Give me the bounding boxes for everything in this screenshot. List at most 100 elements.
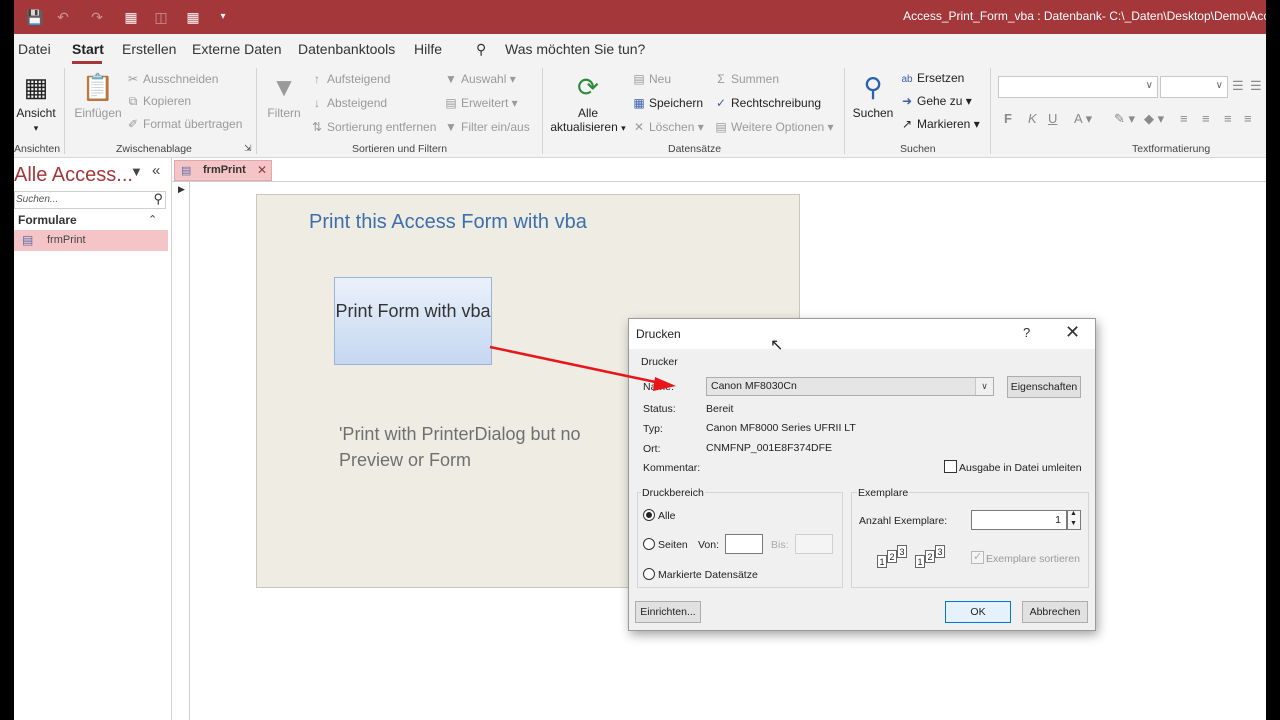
type-label: Typ:: [643, 423, 663, 435]
chevron-down-icon[interactable]: ∨: [975, 378, 993, 395]
spin-up-icon[interactable]: ▲: [1070, 510, 1077, 517]
cut-button[interactable]: ✂ Ausschneiden: [126, 72, 218, 86]
range-pages-radio[interactable]: [643, 538, 655, 550]
format-painter-button[interactable]: ✐ Format übertragen: [126, 117, 242, 131]
nav-pane-title[interactable]: Alle Access...: [14, 164, 133, 187]
close-tab-icon[interactable]: ✕: [257, 163, 267, 177]
fill-color-icon[interactable]: ◆ ▾: [1144, 111, 1164, 127]
goto-label: Gehe zu: [917, 94, 963, 108]
select-button[interactable]: ↗ Markieren ▾: [900, 117, 980, 131]
align-center-icon[interactable]: ≡: [1202, 111, 1210, 126]
font-size-select[interactable]: ∨: [1160, 76, 1228, 98]
tab-datei[interactable]: Datei: [18, 41, 51, 57]
highlight-icon[interactable]: ✎ ▾: [1114, 111, 1135, 127]
print-form-button[interactable]: Print Form with vba: [334, 277, 492, 365]
view-button[interactable]: ▦ Ansicht ▾: [16, 72, 56, 134]
new-record-button[interactable]: ▤ Neu: [632, 72, 671, 86]
align-left-icon[interactable]: ≡: [1180, 111, 1188, 126]
cancel-button[interactable]: Abbrechen: [1022, 601, 1088, 623]
dialog-launcher-icon[interactable]: ⇲: [244, 143, 252, 154]
goto-button[interactable]: ➜ Gehe zu ▾: [900, 94, 972, 108]
delete-record-button[interactable]: ✕ Löschen ▾: [632, 120, 704, 134]
form-view-icon[interactable]: ◫: [152, 8, 170, 26]
nav-group-forms[interactable]: Formulare: [18, 213, 77, 227]
font-color-icon[interactable]: A ▾: [1074, 111, 1092, 127]
print-to-file-checkbox[interactable]: [944, 460, 957, 473]
collapse-group-icon[interactable]: ⌃: [148, 213, 157, 226]
sort-ascending-label: Aufsteigend: [327, 72, 391, 86]
totals-button[interactable]: Σ Summen: [714, 72, 779, 86]
more-options-button[interactable]: ▤ Weitere Optionen ▾: [714, 120, 833, 134]
copies-count-value: 1: [1055, 514, 1061, 526]
toggle-filter-label: Filter ein/aus: [461, 120, 530, 134]
more-options-icon: ▤: [715, 120, 727, 134]
save-record-label: Speichern: [649, 96, 704, 110]
nav-menu-icon[interactable]: ▼︎: [130, 164, 143, 179]
sort-ascending-icon: ↑: [314, 72, 320, 86]
spin-down-icon[interactable]: ▼: [1070, 520, 1077, 527]
collate-checkbox[interactable]: ✓: [971, 551, 984, 564]
range-all-radio[interactable]: [643, 509, 655, 521]
more-options-label: Weitere Optionen: [731, 120, 825, 134]
help-button[interactable]: ?: [1023, 325, 1030, 340]
setup-button[interactable]: Einrichten...: [635, 601, 701, 623]
record-selector[interactable]: ▶: [172, 182, 190, 720]
copy-button[interactable]: ⧉ Kopieren: [126, 94, 191, 109]
ok-button[interactable]: OK: [945, 601, 1011, 623]
undo-icon[interactable]: ↶: [54, 8, 72, 26]
tab-datenbanktools[interactable]: Datenbanktools: [298, 41, 395, 57]
range-selection-radio[interactable]: [643, 568, 655, 580]
sort-ascending-button[interactable]: ↑ Aufsteigend: [310, 72, 390, 86]
tell-me-input[interactable]: Was möchten Sie tun?: [505, 41, 645, 57]
save-record-button[interactable]: ▦ Speichern: [632, 96, 703, 110]
nav-item-frmprint[interactable]: ▤ frmPrint: [14, 230, 168, 251]
to-page-input[interactable]: [795, 534, 833, 554]
tab-erstellen[interactable]: Erstellen: [122, 41, 176, 57]
type-value: Canon MF8000 Series UFRII LT: [706, 422, 856, 434]
printer-group-label: Drucker: [641, 356, 678, 368]
redo-icon[interactable]: ↷: [88, 8, 106, 26]
find-button[interactable]: ⚲ Suchen: [850, 72, 896, 120]
properties-button[interactable]: Eigenschaften: [1007, 376, 1081, 398]
close-icon[interactable]: ✕: [1065, 322, 1080, 343]
toggle-filter-button[interactable]: ▼ Filter ein/aus: [444, 120, 530, 134]
sort-descending-button[interactable]: ↓ Absteigend: [310, 96, 387, 110]
advanced-filter-button[interactable]: ▤ Erweitert ▾: [444, 96, 517, 110]
document-tab-frmprint[interactable]: ▤ frmPrint ✕: [174, 160, 272, 181]
chevron-down-icon: ∨: [1145, 80, 1153, 91]
title-bar: 💾 ↶ ↷ ▦ ◫ ▦ ▾ Access_Print_Form_vba : Da…: [14, 0, 1266, 34]
paste-button[interactable]: 📋 Einfügen: [72, 72, 124, 120]
copies-spinner[interactable]: ▲ ▼: [1067, 510, 1081, 530]
tab-hilfe[interactable]: Hilfe: [414, 41, 442, 57]
separator: [64, 68, 65, 154]
spelling-button[interactable]: ✓ Rechtschreibung: [714, 96, 821, 110]
print-to-file-label: Ausgabe in Datei umleiten: [959, 462, 1082, 474]
italic-button[interactable]: K: [1028, 111, 1037, 126]
bullet-list-icon[interactable]: ☰: [1232, 78, 1244, 94]
tab-externe-daten[interactable]: Externe Daten: [192, 41, 282, 57]
tab-start[interactable]: Start: [72, 41, 104, 57]
numbered-list-icon[interactable]: ☰: [1250, 78, 1262, 94]
search-icon[interactable]: ⚲: [153, 191, 163, 207]
remove-sort-button[interactable]: ⇅ Sortierung entfernen: [310, 120, 436, 134]
datasheet-icon[interactable]: ▦: [122, 8, 140, 26]
indent-icon[interactable]: ≡: [1244, 111, 1252, 126]
scissors-icon: ✂: [127, 72, 139, 86]
lightbulb-search-icon[interactable]: ⚲: [476, 41, 486, 58]
refresh-all-button[interactable]: ⟳ Alle aktualisieren ▾: [550, 72, 626, 134]
nav-search-input[interactable]: Suchen... ⚲: [14, 191, 166, 209]
selection-filter-button[interactable]: ▼ Auswahl ▾: [444, 72, 516, 86]
collapse-pane-icon[interactable]: «: [152, 162, 160, 179]
align-right-icon[interactable]: ≡: [1224, 111, 1232, 126]
underline-button[interactable]: U: [1048, 111, 1057, 126]
filter-button[interactable]: ▼ Filtern: [264, 72, 304, 120]
bold-button[interactable]: F: [1004, 111, 1012, 126]
table-icon[interactable]: ▦: [184, 8, 202, 26]
printer-select[interactable]: Canon MF8030Cn ∨: [706, 377, 994, 396]
save-icon[interactable]: 💾: [26, 8, 44, 26]
from-page-input[interactable]: [725, 534, 763, 554]
customize-qat-icon[interactable]: ▾: [214, 8, 232, 26]
font-family-select[interactable]: ∨: [998, 76, 1158, 98]
copies-count-input[interactable]: 1: [971, 510, 1067, 530]
replace-button[interactable]: ab Ersetzen: [900, 71, 964, 85]
